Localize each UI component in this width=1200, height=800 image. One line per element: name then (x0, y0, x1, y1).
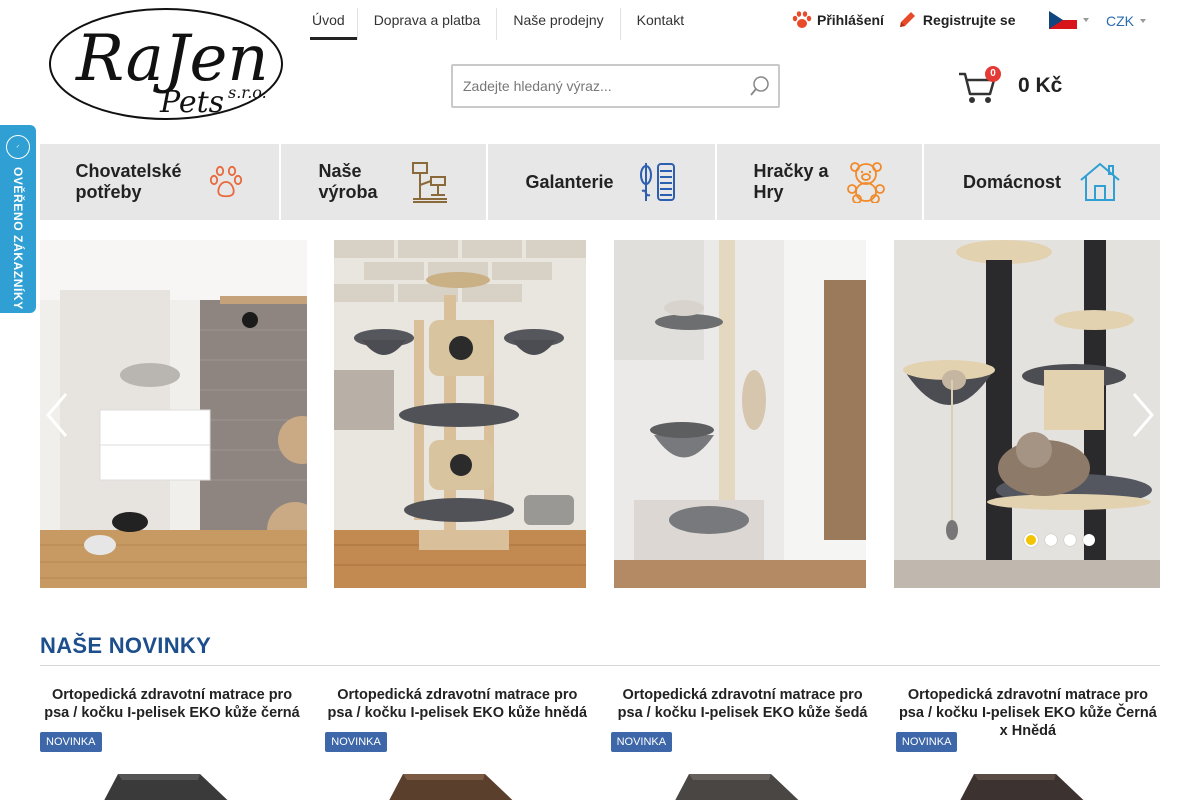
slider-pagination (1024, 533, 1102, 547)
cart-icon-wrap: 0 (958, 66, 1001, 106)
cart-total: 0 Kč (1018, 74, 1063, 97)
house-icon (1079, 162, 1121, 202)
product-image[interactable] (90, 772, 260, 800)
category-toys-games[interactable]: Hračky a Hry (717, 144, 922, 220)
product-new-badge: NOVINKA (895, 732, 958, 752)
pencil-icon (899, 12, 915, 27)
login-link[interactable]: Přihlášení (792, 11, 884, 29)
category-pet-supplies[interactable]: Chovatelské potřeby (40, 144, 279, 220)
slide-photo-cat-tree (334, 240, 586, 588)
slide-photo-wall-shelves (40, 240, 307, 588)
category-label: Chovatelské potřeby (75, 161, 182, 202)
verified-by-customers-badge[interactable]: ✓ OVĚŘENO ZÁKAZNÍKY (0, 125, 36, 313)
chevron-left-icon (46, 393, 68, 437)
slide-photo-climbing-pole (614, 240, 866, 588)
search-button[interactable] (742, 66, 778, 106)
product-card[interactable]: Ortopedická zdravotní matrace pro psa / … (40, 686, 304, 800)
slider-prev-button[interactable] (42, 390, 72, 440)
paw-icon (792, 11, 812, 28)
nav-shipping-payment[interactable]: Doprava a platba (356, 8, 497, 40)
register-label: Registrujte se (922, 12, 1016, 28)
product-image[interactable] (375, 772, 545, 800)
product-new-badge: NOVINKA (325, 732, 387, 752)
verified-badge-text: OVĚŘENO ZÁKAZNÍKY (11, 167, 25, 310)
search-box (451, 64, 780, 108)
cart-count-badge: 0 (985, 66, 1001, 82)
product-image[interactable] (661, 772, 831, 800)
product-title[interactable]: Ortopedická zdravotní matrace pro psa / … (611, 686, 875, 722)
cat-tree-icon (411, 161, 449, 203)
login-label: Přihlášení (817, 12, 884, 28)
category-label: Naše výroba (318, 161, 378, 202)
slider-dot-3[interactable] (1064, 534, 1076, 546)
chevron-right-icon (1132, 393, 1154, 437)
hero-slider[interactable] (40, 240, 1160, 588)
product-card[interactable]: Ortopedická zdravotní matrace pro psa / … (325, 686, 589, 800)
logo-sub-text: Pets (159, 85, 224, 120)
product-new-badge: NOVINKA (40, 732, 102, 752)
category-bar: Chovatelské potřeby Naše výroba Galanter… (40, 144, 1160, 220)
category-label: Galanterie (525, 171, 614, 192)
logo-suffix-text: s.r.o. (228, 83, 267, 102)
verified-seal-icon: ✓ (6, 135, 30, 159)
nav-our-stores[interactable]: Naše prodejny (496, 8, 619, 40)
product-card[interactable]: Ortopedická zdravotní matrace pro psa / … (610, 686, 875, 800)
section-divider (40, 665, 1160, 666)
slider-dot-4[interactable] (1083, 534, 1095, 546)
czech-flag-icon (1049, 11, 1077, 29)
chevron-down-icon (1083, 18, 1089, 22)
product-title[interactable]: Ortopedická zdravotní matrace pro psa / … (40, 686, 304, 722)
category-label: Domácnost (962, 171, 1061, 192)
search-input[interactable] (453, 66, 742, 106)
currency-selector[interactable]: CZK (1106, 13, 1146, 29)
category-household[interactable]: Domácnost (924, 144, 1160, 220)
paw-icon (208, 164, 244, 200)
nav-contact[interactable]: Kontakt (619, 8, 700, 40)
product-new-badge: NOVINKA (610, 732, 673, 752)
chevron-down-icon (1140, 19, 1146, 23)
product-list: Ortopedická zdravotní matrace pro psa / … (40, 686, 1160, 800)
user-links: Přihlášení Registrujte se (792, 11, 1030, 29)
section-title: NAŠE NOVINKY (40, 633, 212, 658)
search-icon (750, 76, 769, 96)
category-haberdashery[interactable]: Galanterie (488, 144, 715, 220)
category-label: Hračky a Hry (753, 161, 829, 202)
nav-home[interactable]: Úvod (310, 8, 357, 40)
site-logo[interactable]: RaJen Pets s.r.o. (48, 6, 286, 122)
category-our-production[interactable]: Naše výroba (281, 144, 486, 220)
currency-label: CZK (1106, 13, 1134, 29)
slider-dot-2[interactable] (1045, 534, 1057, 546)
register-link[interactable]: Registrujte se (898, 11, 1016, 29)
cart[interactable]: 0 0 Kč (958, 66, 1062, 106)
thread-spool-icon (638, 161, 678, 203)
logo-graphic: RaJen Pets s.r.o. (49, 8, 283, 120)
product-card[interactable]: Ortopedická zdravotní matrace pro psa / … (895, 686, 1160, 800)
teddy-bear-icon (846, 161, 886, 203)
product-image[interactable] (946, 772, 1116, 800)
product-title[interactable]: Ortopedická zdravotní matrace pro psa / … (325, 686, 589, 722)
language-selector[interactable] (1049, 11, 1089, 29)
top-navigation: Úvod Doprava a platba Naše prodejny Kont… (310, 8, 700, 40)
slider-dot-1[interactable] (1024, 533, 1038, 547)
slider-next-button[interactable] (1128, 390, 1158, 440)
